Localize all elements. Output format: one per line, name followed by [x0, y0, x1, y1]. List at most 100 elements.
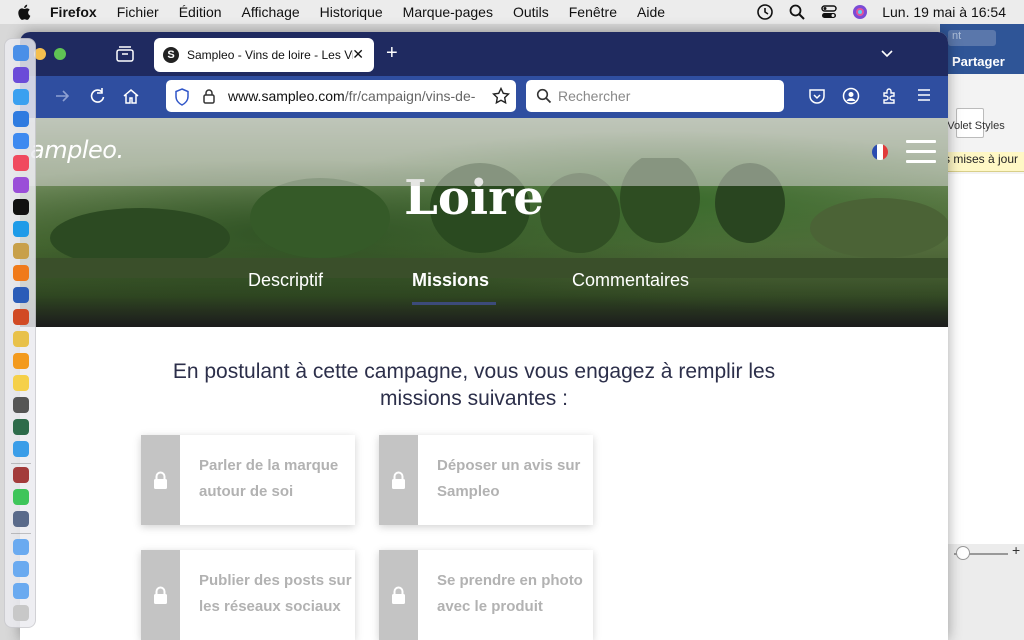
menu-fichier[interactable]: Fichier [117, 4, 159, 20]
mail-icon[interactable] [13, 133, 29, 149]
zoom-button[interactable] [54, 48, 66, 60]
word-icon[interactable] [13, 287, 29, 303]
close-tab-icon[interactable]: ✕ [352, 46, 364, 63]
preview-icon[interactable] [13, 511, 29, 527]
mission-card[interactable]: Parler de la marque autour de soi [141, 435, 355, 525]
tab-title: Sampleo - Vins de loire - Les Vin [187, 48, 353, 62]
reload-icon[interactable] [88, 87, 106, 105]
account-icon[interactable] [842, 87, 860, 105]
mission-lock-column [379, 435, 418, 525]
hero-banner: Loire ampleo. Descriptif Missions Commen… [20, 118, 948, 327]
menu-affichage[interactable]: Affichage [242, 4, 300, 20]
system-preferences-icon[interactable] [13, 397, 29, 413]
menubar-clock[interactable]: Lun. 19 mai à 16:54 [882, 4, 1006, 20]
music-icon[interactable] [13, 155, 29, 171]
photos-icon[interactable] [13, 375, 29, 391]
menu-app-firefox[interactable]: Firefox [50, 4, 97, 20]
menu-fenetre[interactable]: Fenêtre [569, 4, 617, 20]
word-toolbar: nt Partager [940, 24, 1024, 74]
site-header: ampleo. [20, 118, 948, 186]
word-search-input[interactable]: nt [948, 30, 996, 46]
search-bar[interactable]: Rechercher [526, 80, 784, 112]
background-word-window: nt Partager Volet Styles s mises à jour … [940, 24, 1024, 640]
podcasts-icon[interactable] [13, 177, 29, 193]
maps-icon[interactable] [13, 441, 29, 457]
search-icon [536, 88, 552, 104]
menu-marque-pages[interactable]: Marque-pages [403, 4, 493, 20]
menu-icon[interactable] [916, 87, 932, 103]
menu-aide[interactable]: Aide [637, 4, 665, 20]
control-center-icon[interactable] [820, 3, 838, 21]
menu-edition[interactable]: Édition [179, 4, 222, 20]
mission-card[interactable]: Déposer un avis sur Sampleo [379, 435, 593, 525]
active-tab-indicator [412, 302, 496, 305]
mission-label: Publier des posts sur les réseaux sociau… [199, 572, 352, 615]
new-tab-icon[interactable]: + [386, 42, 398, 65]
apple-icon[interactable] [16, 3, 34, 21]
lock-icon [392, 586, 405, 604]
mission-lock-column [141, 435, 180, 525]
hamburger-menu-icon[interactable] [906, 140, 936, 164]
search-placeholder: Rechercher [558, 88, 631, 104]
mission-label: Déposer un avis sur Sampleo [437, 457, 581, 500]
mission-label: Parler de la marque autour de soi [199, 457, 339, 500]
word-document-page [940, 174, 1024, 544]
bookmark-star-icon[interactable] [492, 87, 510, 105]
notes-app-icon[interactable] [13, 243, 29, 259]
apple-tv-icon[interactable] [13, 199, 29, 215]
tab-missions[interactable]: Missions [412, 270, 489, 291]
books-icon[interactable] [13, 353, 29, 369]
dictionary-icon[interactable] [13, 467, 29, 483]
sampleo-favicon: S [163, 47, 179, 63]
finder-icon[interactable] [13, 45, 29, 61]
menu-bar: Firefox Fichier Édition Affichage Histor… [0, 0, 1024, 24]
lock-icon[interactable] [202, 88, 216, 104]
mission-card[interactable]: Se prendre en photo avec le produit [379, 550, 593, 640]
firefox-icon[interactable] [13, 265, 29, 281]
app-store-icon[interactable] [13, 111, 29, 127]
siri-icon[interactable] [852, 4, 868, 20]
spotlight-icon[interactable] [788, 3, 806, 21]
pocket-icon[interactable] [808, 87, 826, 105]
downloads-folder-icon[interactable] [13, 583, 29, 599]
url-text[interactable]: www.sampleo.com/fr/campaign/vins-de- [228, 88, 482, 104]
facetime-icon[interactable] [13, 489, 29, 505]
tracking-protection-icon[interactable] [174, 88, 190, 106]
applications-folder-icon[interactable] [13, 539, 29, 555]
powerpoint-icon[interactable] [13, 309, 29, 325]
time-machine-icon[interactable] [756, 3, 774, 21]
tab-descriptif[interactable]: Descriptif [248, 270, 323, 291]
zoom-in-icon[interactable]: + [1012, 542, 1020, 558]
mission-card[interactable]: Publier des posts sur les réseaux sociau… [141, 550, 355, 640]
time-machine-app-icon[interactable] [13, 419, 29, 435]
forward-icon[interactable] [54, 87, 70, 105]
firefox-view-icon[interactable] [116, 46, 134, 62]
dock [4, 38, 36, 628]
styles-pane-button[interactable]: Volet Styles [946, 120, 1006, 132]
sampleo-logo[interactable]: ampleo. [30, 136, 124, 164]
lock-icon [392, 471, 405, 489]
word-share-button[interactable]: Partager [952, 54, 1005, 69]
navigation-toolbar: www.sampleo.com/fr/campaign/vins-de- Rec… [20, 76, 948, 118]
skype-icon[interactable] [13, 221, 29, 237]
menu-historique[interactable]: Historique [320, 4, 383, 20]
tab-commentaires[interactable]: Commentaires [572, 270, 689, 291]
lock-icon [154, 471, 167, 489]
list-all-tabs-icon[interactable] [880, 46, 894, 60]
active-tab[interactable]: S Sampleo - Vins de loire - Les Vin ✕ [154, 38, 374, 72]
safari-icon[interactable] [13, 89, 29, 105]
home-icon[interactable] [122, 87, 140, 105]
documents-folder-icon[interactable] [13, 561, 29, 577]
mission-lock-column [379, 550, 418, 640]
update-notice: s mises à jour [940, 152, 1024, 172]
extensions-icon[interactable] [880, 87, 898, 105]
launchpad-icon[interactable] [13, 67, 29, 83]
firefox-window: S Sampleo - Vins de loire - Les Vin ✕ + … [20, 32, 948, 640]
chrome-icon[interactable] [13, 331, 29, 347]
zoom-slider-knob[interactable] [956, 546, 970, 560]
menu-outils[interactable]: Outils [513, 4, 549, 20]
address-bar[interactable]: www.sampleo.com/fr/campaign/vins-de- [166, 80, 516, 112]
trash-icon[interactable] [13, 605, 29, 621]
zoom-slider[interactable]: + [940, 542, 1024, 640]
french-flag-icon[interactable] [872, 144, 888, 160]
